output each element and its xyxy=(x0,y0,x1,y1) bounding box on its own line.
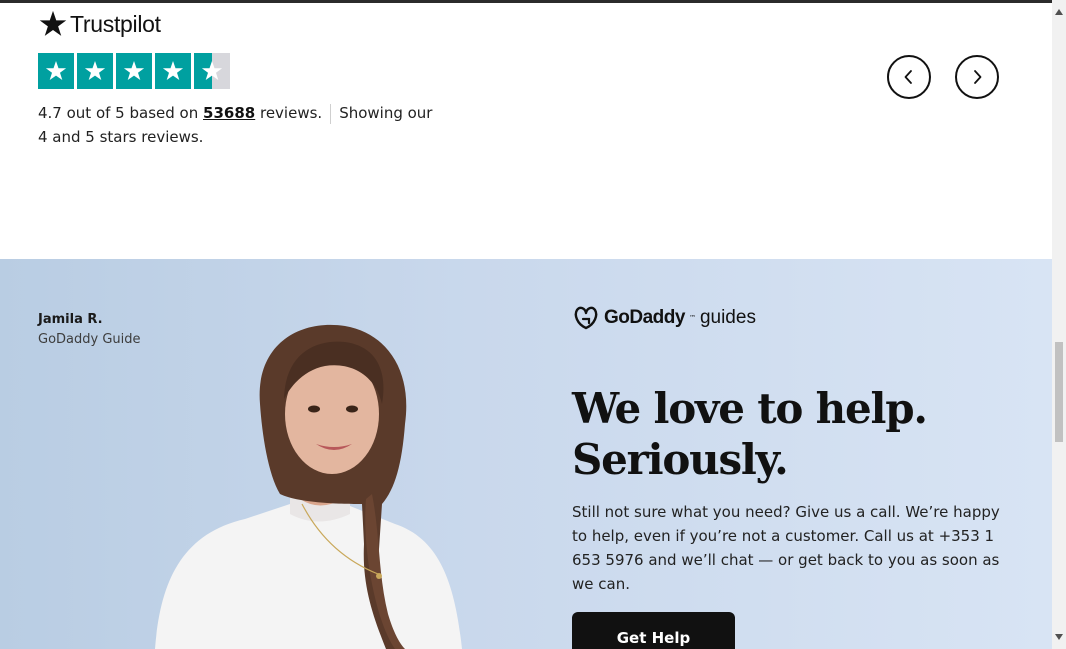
help-section: Jamila R. GoDaddy Guide GoDaddy™ guides xyxy=(0,259,1052,649)
star-icon xyxy=(155,53,191,89)
guide-role: GoDaddy Guide xyxy=(38,332,141,347)
half-star-icon xyxy=(194,53,230,89)
carousel-next-button[interactable] xyxy=(955,55,999,99)
section-headline: We love to help. Seriously. xyxy=(572,383,928,485)
carousel-prev-button[interactable] xyxy=(887,55,931,99)
star-icon xyxy=(77,53,113,89)
get-help-button[interactable]: Get Help xyxy=(572,612,735,649)
logo-sub: guides xyxy=(699,307,756,328)
trustpilot-rating-stars xyxy=(38,53,230,89)
trustpilot-wordmark: Trustpilot xyxy=(70,10,161,37)
scroll-down-arrow-icon[interactable] xyxy=(1052,629,1066,645)
help-body-text: Still not sure what you need? Give us a … xyxy=(572,503,1000,593)
chevron-left-icon xyxy=(904,70,912,84)
star-icon xyxy=(38,53,74,89)
headline-line-2: Seriously. xyxy=(572,435,789,484)
rating-suffix: reviews. xyxy=(259,104,323,122)
scroll-up-arrow-icon[interactable] xyxy=(1052,4,1066,20)
star-icon xyxy=(116,53,152,89)
guide-photo xyxy=(155,324,462,649)
page-scrollbar[interactable] xyxy=(1052,0,1066,649)
logo-brand: GoDaddy xyxy=(604,307,685,328)
trustpilot-star-icon xyxy=(39,10,67,36)
trademark-mark: ™ xyxy=(688,314,696,322)
headline-line-1: We love to help. xyxy=(572,384,928,433)
top-border xyxy=(0,0,1066,3)
godaddy-guides-logo[interactable]: GoDaddy ™ guides xyxy=(572,305,756,331)
guide-name: Jamila R. xyxy=(38,312,103,327)
rating-text: 4.7 out of 5 based on xyxy=(38,104,199,122)
chevron-right-icon xyxy=(974,70,982,84)
trustpilot-summary: 4.7 out of 5 based on 53688 reviews. Show… xyxy=(38,101,433,149)
divider xyxy=(330,103,332,124)
review-count-link[interactable]: 53688 xyxy=(203,104,255,122)
trustpilot-logo[interactable]: Trustpilot xyxy=(38,9,161,39)
godaddy-logo-icon xyxy=(574,306,598,330)
scroll-thumb[interactable] xyxy=(1055,342,1063,442)
